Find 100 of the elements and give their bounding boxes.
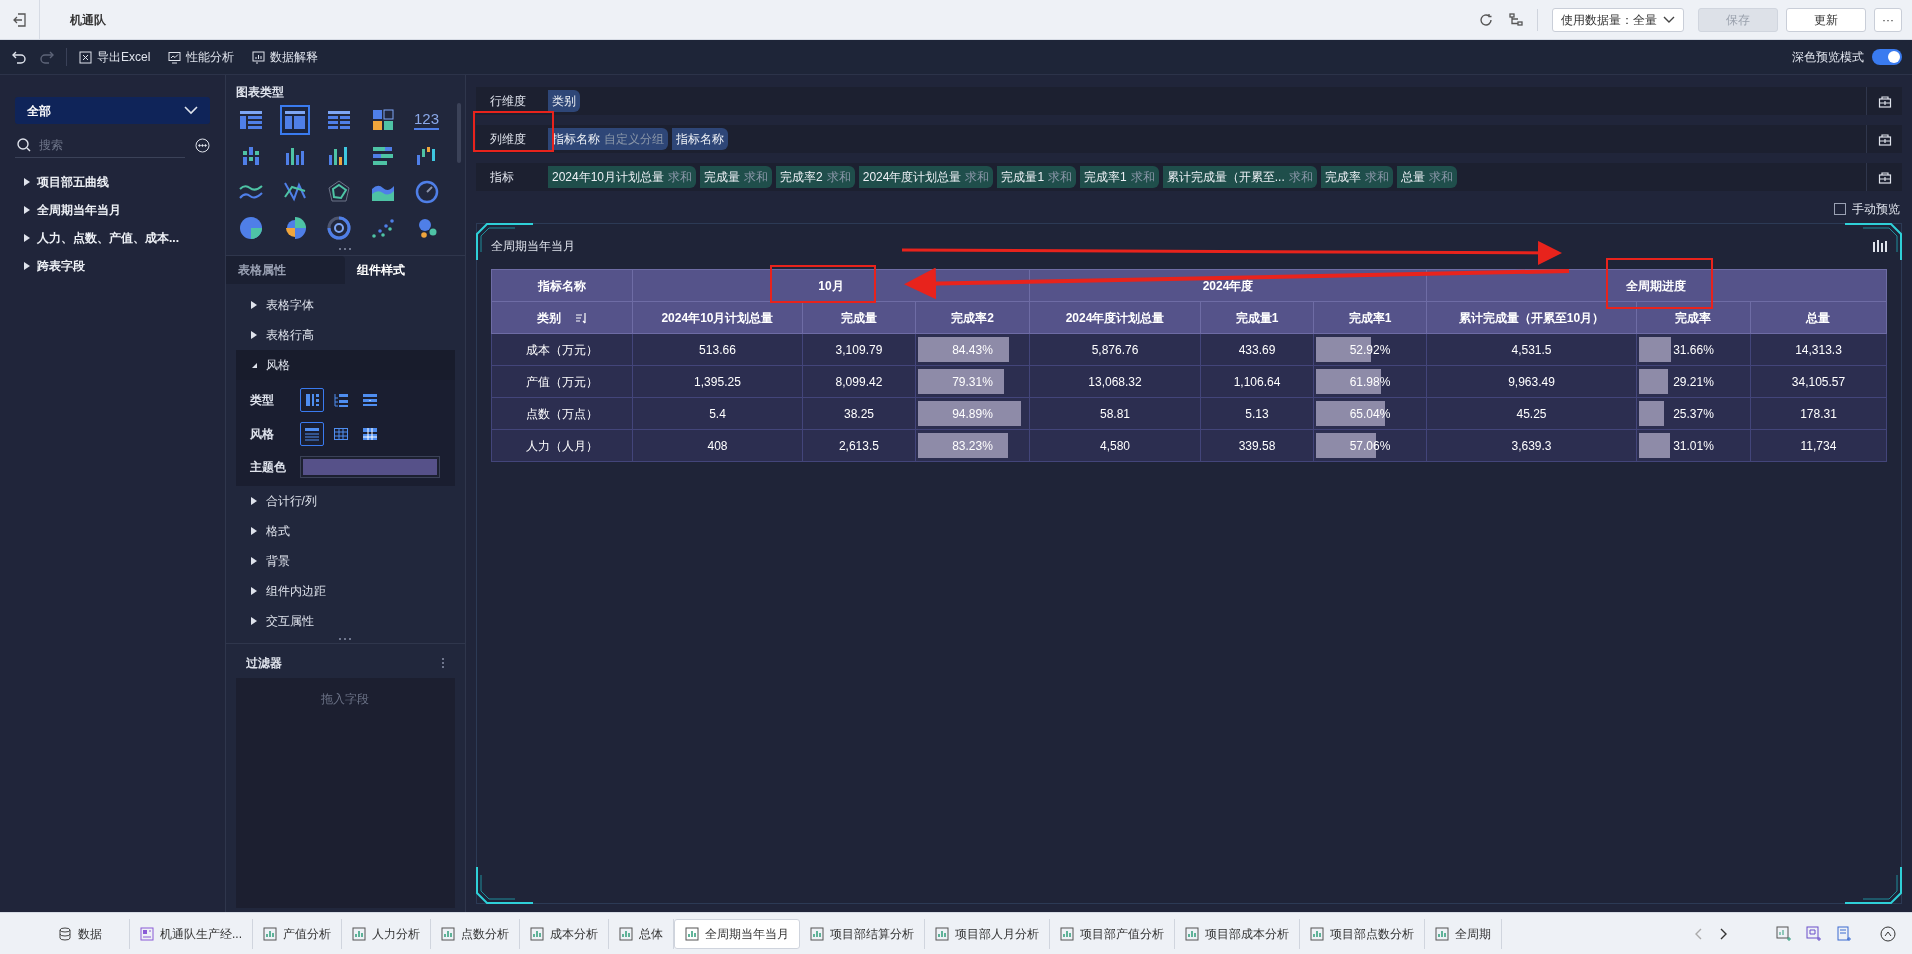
field-chip[interactable]: 完成率 求和 [1320,166,1393,188]
expand-triangle-icon [249,557,258,565]
pivot-layout-icon[interactable] [299,388,324,412]
folder-item[interactable]: 全周期当年当月 [15,196,210,224]
table-cell: 人力（人月） [525,438,598,453]
sheet-tab[interactable]: 机通队生产经... [130,918,253,949]
update-button[interactable]: 更新 [1786,7,1866,32]
table-cell: 4,580 [1099,438,1130,453]
toolbar-button[interactable]: 导出Excel [79,48,151,66]
setting-label: 风格 [249,426,275,443]
style-section-header[interactable]: 表格行高 [235,320,455,350]
add-chart-icon[interactable] [1776,925,1792,942]
dark-preview-toggle[interactable] [1872,49,1902,65]
chevron-down-icon [1663,15,1675,24]
undo-icon[interactable] [12,50,26,64]
chart-sheet-icon [1185,926,1199,941]
sheet-tab[interactable]: 产值分析 [253,918,342,949]
filter-drop-area[interactable]: 拖入字段 [235,678,455,908]
dashboard-icon [140,926,154,941]
folder-item[interactable]: 跨表字段 [15,252,210,280]
redo-icon[interactable] [40,50,54,64]
database-icon [57,926,72,941]
sheet-tab[interactable]: 项目部产值分析 [1050,918,1175,949]
style-section-header[interactable]: 组件内边距 [235,576,455,606]
lock-icon[interactable] [1877,132,1892,146]
collapse-icon[interactable] [1880,925,1896,942]
sheet-tab[interactable]: 项目部人月分析 [925,918,1050,949]
sheet-tab[interactable]: 项目部结算分析 [800,918,925,949]
field-chip[interactable]: 2024年10月计划总量 求和 [547,166,696,188]
sheet-tab[interactable]: 数据 [30,918,130,949]
field-chip[interactable]: 2024年度计划总量 求和 [858,166,994,188]
field-chip[interactable]: 完成率1 求和 [1080,166,1159,188]
chart-sheet-icon [810,926,824,941]
column-group-header: 全周期进度 [1626,278,1687,293]
monitor-icon [168,50,182,64]
field-chip[interactable]: 类别 [547,90,580,112]
table-cell: 14,313.3 [1795,342,1842,357]
field-chip[interactable]: 指标名称 [671,128,728,150]
drag-handle[interactable] [338,247,353,251]
field-chip[interactable]: 完成量1 求和 [997,166,1077,188]
sheet-tab[interactable]: 项目部点数分析 [1300,918,1425,949]
style-section-header[interactable]: 背景 [235,546,455,576]
toolbar-button[interactable]: 性能分析 [168,48,235,66]
lock-icon[interactable] [1877,170,1892,184]
style-section-header[interactable]: 交互属性 [235,606,455,636]
field-chip[interactable]: 累计完成量（开累至... 求和 [1162,166,1317,188]
chart-sheet-icon [619,926,633,941]
more-icon[interactable] [194,137,210,153]
cell-value: 94.89% [952,405,993,423]
dark-preview-label: 深色预览模式 [1792,49,1864,66]
table-cell: 9,963.49 [1508,374,1555,389]
folder-item[interactable]: 项目部五曲线 [15,168,210,196]
lock-icon[interactable] [1877,94,1892,108]
field-chip[interactable]: 完成量 求和 [700,166,772,188]
sheet-tab[interactable]: 项目部成本分析 [1175,918,1300,949]
cell-value: 83.23% [952,437,993,455]
table-cell: 58.81 [1099,406,1130,421]
style-section-header[interactable]: 合计行/列 [235,486,455,516]
table-cell: 3,109.79 [835,342,883,357]
corner-frame-decoration [474,865,535,905]
add-dashboard-icon[interactable] [1806,925,1822,942]
drag-handle[interactable] [338,636,353,641]
expand-triangle-icon [249,497,258,505]
refresh-icon[interactable] [1479,12,1493,27]
search-input[interactable]: 搜索 [39,135,159,154]
bars-icon[interactable] [1873,240,1887,252]
field-chip[interactable]: 完成率2 求和 [776,166,855,188]
cell-value: 25.37% [1673,405,1714,423]
table-cell: 11,734 [1800,438,1837,453]
style-section-header[interactable]: 格式 [235,516,455,546]
pivot-table-icon[interactable] [279,105,310,135]
table-cell: 408 [707,438,728,453]
row-style-icon[interactable] [299,422,324,446]
field-chip[interactable]: 总量 求和 [1396,166,1457,188]
cell-value: 79.31% [952,373,993,391]
corner-frame-decoration [1843,222,1903,262]
toolbar-button[interactable]: 数据解释 [252,48,319,66]
sheet-tab[interactable]: 人力分析 [342,918,431,949]
folder-item[interactable]: 人力、点数、产值、成本... [15,224,210,252]
scope-select[interactable]: 全部 [15,97,210,124]
hierarchy-icon[interactable] [1509,12,1523,27]
chart-sheet-icon [530,926,544,941]
style-section-header[interactable]: 风格 [235,350,455,380]
sheet-tab[interactable]: 全周期 [1425,918,1502,949]
more-button[interactable]: ··· [1874,7,1902,32]
style-section-header[interactable]: 表格字体 [235,290,455,320]
add-report-icon[interactable] [1836,925,1852,942]
exit-icon[interactable] [12,12,27,27]
data-volume-select[interactable]: 使用数据量：全量 [1552,7,1684,32]
checkbox[interactable] [1834,203,1846,215]
sheet-tab[interactable]: 点数分析 [431,918,520,949]
table-cell: 178.31 [1800,406,1837,421]
property-tab[interactable]: 表格属性 [225,256,346,284]
chevron-right-icon[interactable] [1720,927,1728,940]
sort-icon[interactable] [574,311,587,324]
sheet-tab[interactable]: 成本分析 [520,918,609,949]
sheet-tab[interactable]: 全周期当年当月 [674,918,800,949]
scrollbar[interactable] [456,103,461,163]
table-cell: 13,068.32 [1088,374,1142,389]
number-chart-button[interactable]: 123 [411,105,442,135]
